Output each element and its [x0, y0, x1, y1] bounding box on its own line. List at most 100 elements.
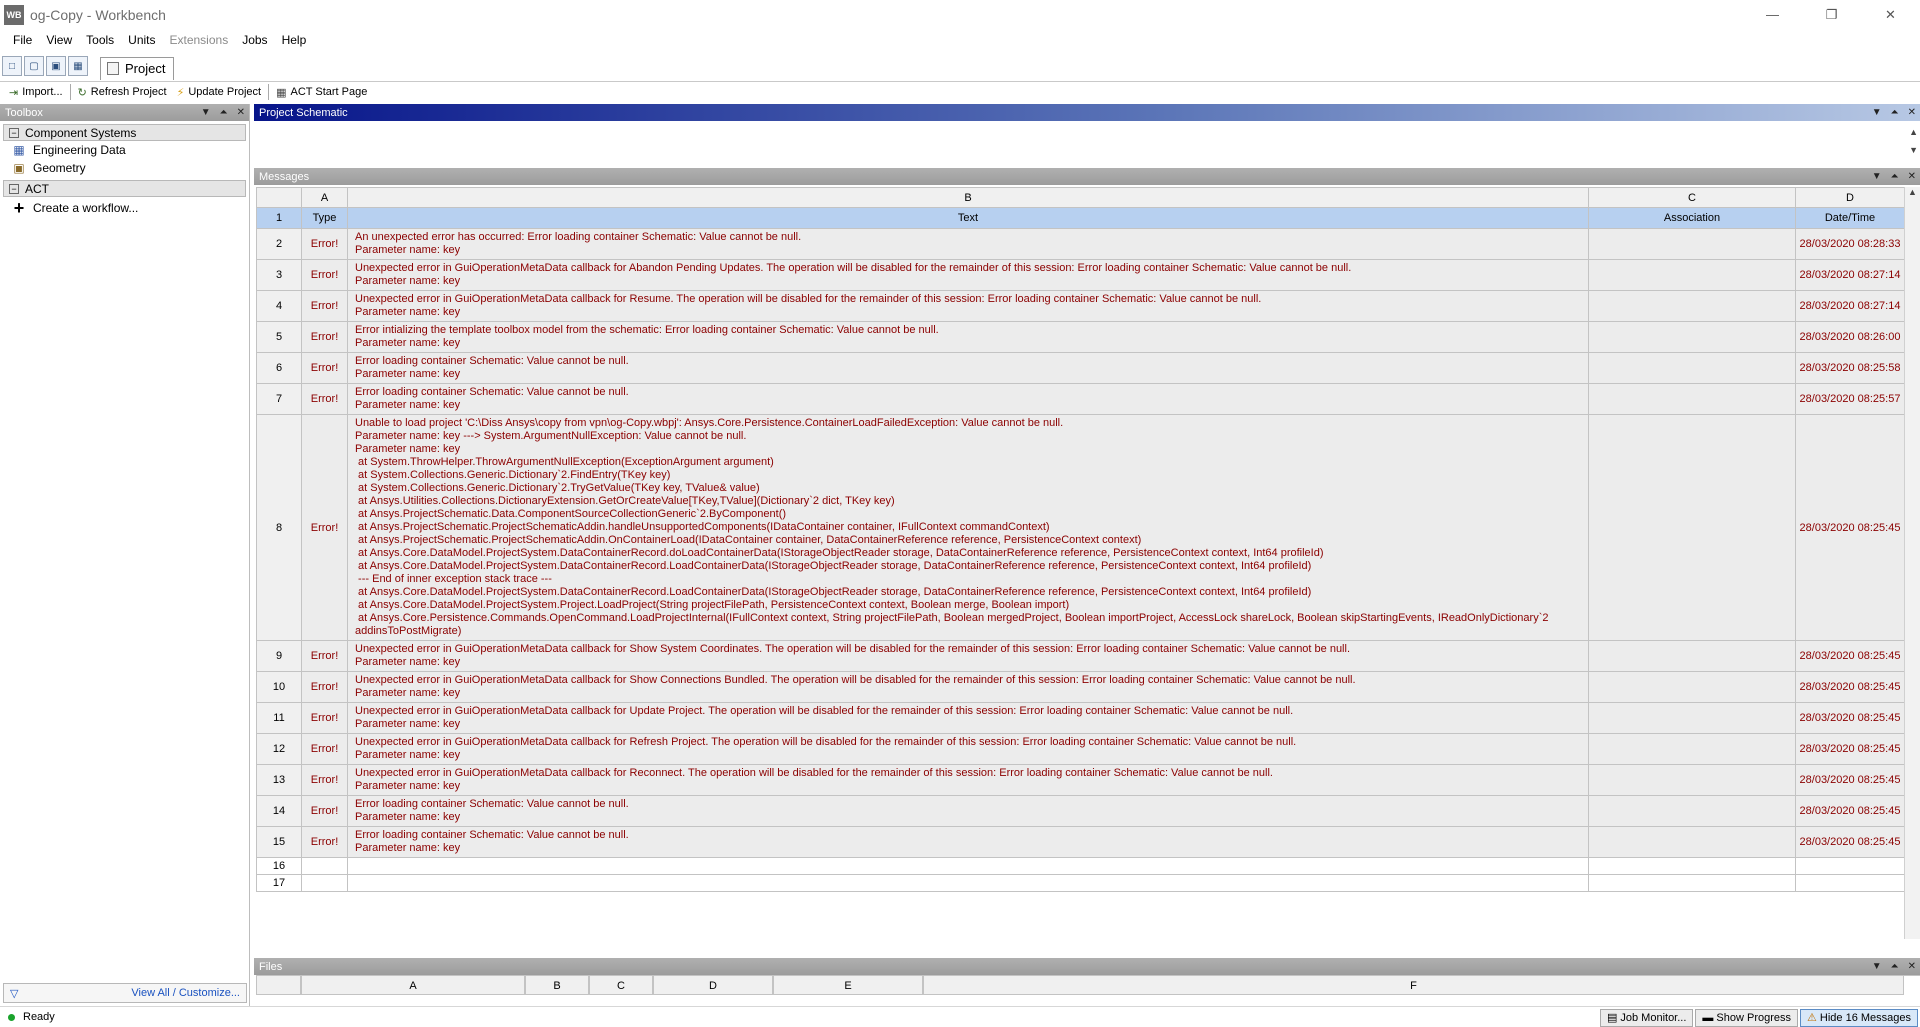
close-icon[interactable]: ✕: [1908, 958, 1916, 975]
files-column-a[interactable]: A: [301, 976, 525, 995]
act-start-page-button[interactable]: ▦ ACT Start Page: [271, 86, 372, 99]
schematic-scroll[interactable]: ▲ ▼: [1909, 123, 1918, 159]
datetime-cell: 28/03/2020 08:26:00: [1795, 321, 1904, 353]
empty-cell: [1795, 874, 1904, 892]
table-row[interactable]: 6 Error! Error loading container Schematic…: [256, 352, 1904, 384]
dropdown-icon[interactable]: ▼: [1872, 168, 1882, 185]
messages-pane: Messages ▼ ⏶ ✕ A B C D 1 Type Text Assoc…: [254, 168, 1920, 954]
minimize-button[interactable]: —: [1743, 0, 1802, 29]
column-header-a[interactable]: A: [301, 187, 348, 208]
menu-jobs[interactable]: Jobs: [235, 29, 274, 51]
table-row[interactable]: 9 Error! Unexpected error in GuiOperationM…: [256, 640, 1904, 672]
menu-tools[interactable]: Tools: [79, 29, 121, 51]
files-column-e[interactable]: E: [773, 976, 923, 995]
association-cell: [1588, 290, 1796, 322]
files-column-d[interactable]: D: [653, 976, 773, 995]
table-row[interactable]: 7 Error! Error loading container Schematic…: [256, 383, 1904, 415]
menu-help[interactable]: Help: [275, 29, 314, 51]
table-row[interactable]: 13 Error! Unexpected error in GuiOperation…: [256, 764, 1904, 796]
collapse-icon[interactable]: −: [9, 127, 19, 138]
show-progress-button[interactable]: ▬ Show Progress: [1695, 1009, 1799, 1027]
table-row[interactable]: 15 Error! Error loading container Schemati…: [256, 826, 1904, 858]
main-toolbar: □ ▢ ▣ ▦ Project: [0, 53, 1920, 80]
menu-view[interactable]: View: [39, 29, 79, 51]
show-progress-label: Show Progress: [1716, 1012, 1792, 1024]
empty-cell: [1588, 874, 1796, 892]
table-row[interactable]: 5 Error! Error intializing the template to…: [256, 321, 1904, 353]
menu-file[interactable]: File: [6, 29, 39, 51]
close-icon[interactable]: ✕: [1908, 104, 1916, 121]
import-label: Import...: [22, 86, 63, 98]
menu-units[interactable]: Units: [121, 29, 162, 51]
update-project-button[interactable]: ⚡ Update Project: [172, 86, 267, 99]
association-cell: [1588, 826, 1796, 858]
empty-cell: [347, 857, 1589, 875]
table-row[interactable]: 16: [256, 857, 1904, 875]
column-header-d[interactable]: D: [1795, 187, 1904, 208]
files-column-f[interactable]: F: [923, 976, 1904, 995]
corner-cell: [256, 187, 302, 208]
close-button[interactable]: ✕: [1861, 0, 1920, 29]
toolbox-header: Toolbox ▼ ⏶ ✕: [0, 104, 249, 121]
menu-extensions[interactable]: Extensions: [163, 29, 236, 51]
table-row[interactable]: 8 Error! Unable to load project 'C:\Diss A…: [256, 414, 1904, 641]
toolbox-title: Toolbox: [5, 106, 43, 119]
hide-messages-label: Hide 16 Messages: [1819, 1012, 1911, 1024]
view-all-customize-link[interactable]: View All / Customize...: [131, 987, 240, 999]
messages-scrollbar[interactable]: ▲: [1904, 187, 1920, 939]
table-row[interactable]: 3 Error! Unexpected error in GuiOperationM…: [256, 259, 1904, 291]
files-column-c[interactable]: C: [589, 976, 653, 995]
dropdown-icon[interactable]: ▼: [1872, 958, 1882, 975]
type-cell: Error!: [301, 352, 348, 384]
pin-icon[interactable]: ⏶: [1891, 104, 1899, 121]
hide-messages-button[interactable]: ⚠ Hide 16 Messages: [1800, 1009, 1918, 1027]
save-icon[interactable]: ▣: [46, 56, 66, 76]
open-folder-icon[interactable]: ▢: [24, 56, 44, 76]
menu-bar: File View Tools Units Extensions Jobs He…: [0, 29, 1920, 51]
text-header: Text: [347, 207, 1589, 229]
column-header-c[interactable]: C: [1588, 187, 1796, 208]
group-component-systems[interactable]: − Component Systems: [3, 124, 246, 141]
text-cell: Error loading container Schematic: Value…: [347, 795, 1589, 827]
toolbox-item-geometry[interactable]: ▣ Geometry: [0, 159, 249, 177]
dropdown-icon[interactable]: ▼: [1872, 104, 1882, 121]
empty-cell: [1795, 857, 1904, 875]
import-button[interactable]: ⇥ Import...: [4, 86, 68, 99]
messages-title: Messages: [259, 170, 310, 183]
pin-icon[interactable]: ⏶: [220, 104, 228, 121]
refresh-project-button[interactable]: ↻ Refresh Project: [73, 86, 172, 99]
save-as-icon[interactable]: ▦: [68, 56, 88, 76]
job-monitor-button[interactable]: ▤ Job Monitor...: [1599, 1009, 1694, 1027]
type-cell: Error!: [301, 702, 348, 734]
datetime-cell: 28/03/2020 08:25:45: [1795, 671, 1904, 703]
restore-button[interactable]: ❐: [1802, 0, 1861, 29]
pin-icon[interactable]: ⏶: [1891, 168, 1899, 185]
row-number: 15: [256, 826, 302, 858]
type-cell: Error!: [301, 414, 348, 641]
column-header-b[interactable]: B: [347, 187, 1589, 208]
pin-icon[interactable]: ⏶: [1891, 958, 1899, 975]
job-monitor-label: Job Monitor...: [1620, 1012, 1687, 1024]
table-row[interactable]: 17: [256, 874, 1904, 892]
type-cell: Error!: [301, 640, 348, 672]
table-row[interactable]: 2 Error! An unexpected error has occurred:…: [256, 228, 1904, 260]
group-act[interactable]: − ACT: [3, 180, 246, 197]
table-row[interactable]: 4 Error! Unexpected error in GuiOperationM…: [256, 290, 1904, 322]
tab-project[interactable]: Project: [100, 56, 175, 80]
close-icon[interactable]: ✕: [1908, 168, 1916, 185]
collapse-icon[interactable]: −: [9, 183, 19, 194]
files-column-b[interactable]: B: [525, 976, 589, 995]
table-row[interactable]: 12 Error! Unexpected error in GuiOperation…: [256, 733, 1904, 765]
table-row[interactable]: 11 Error! Unexpected error in GuiOperation…: [256, 702, 1904, 734]
association-header: Association: [1588, 207, 1796, 229]
dropdown-icon[interactable]: ▼: [201, 104, 211, 121]
create-workflow-item[interactable]: + Create a workflow...: [0, 198, 249, 218]
toolbox-item-label: Engineering Data: [33, 143, 126, 157]
table-row[interactable]: 10 Error! Unexpected error in GuiOperation…: [256, 671, 1904, 703]
table-row[interactable]: 14 Error! Error loading container Schemati…: [256, 795, 1904, 827]
new-file-icon[interactable]: □: [2, 56, 22, 76]
workbench-logo-icon: WB: [4, 4, 24, 25]
close-icon[interactable]: ✕: [237, 104, 245, 121]
filter-icon[interactable]: ▽: [10, 987, 18, 1000]
toolbox-item-engineering-data[interactable]: ▦ Engineering Data: [0, 141, 249, 159]
